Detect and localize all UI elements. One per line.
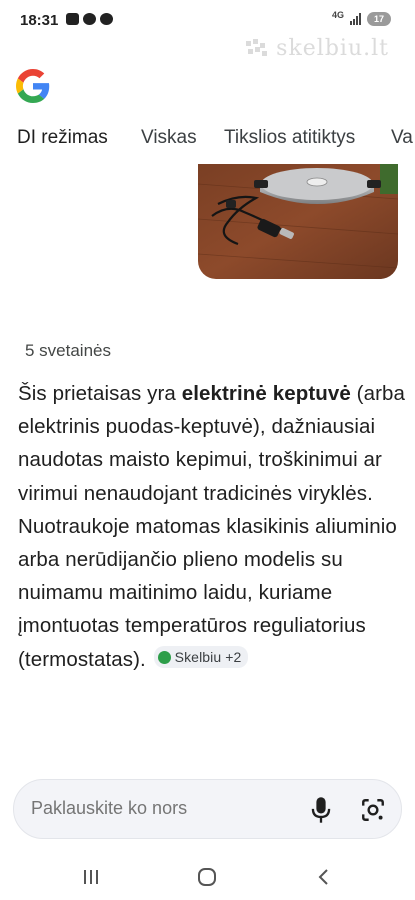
youtube-icon xyxy=(66,13,79,25)
network-type: 4G xyxy=(331,10,344,20)
ai-answer-text: Šis prietaisas yra elektrinė keptuvė (ar… xyxy=(18,377,408,676)
status-time: 18:31 xyxy=(20,12,59,29)
microphone-icon[interactable] xyxy=(307,795,335,825)
source-chip-label: Skelbiu +2 xyxy=(174,649,242,666)
cloud-icon xyxy=(100,13,113,25)
google-logo-icon[interactable] xyxy=(16,69,50,103)
search-mode-tabs: DI režimas Viskas Tikslios atitiktys Va xyxy=(0,124,415,154)
tab-ai-mode[interactable]: DI režimas xyxy=(17,124,108,152)
answer-part-2: (arba elektrinis puodas-keptuvė), dažnia… xyxy=(18,382,406,671)
battery-indicator: 17 xyxy=(367,12,391,26)
back-icon xyxy=(318,869,328,885)
watermark-text: skelbiu.lt xyxy=(276,36,389,61)
status-bar: 18:31 4G 17 xyxy=(0,0,415,40)
ask-input[interactable] xyxy=(31,798,291,819)
result-photo[interactable] xyxy=(198,164,398,279)
recent-apps-icon xyxy=(84,870,98,884)
watermark: skelbiu.lt xyxy=(244,36,389,61)
signal-icon xyxy=(350,13,361,25)
answer-part-1: Šis prietaisas yra xyxy=(18,382,182,405)
system-navigation-bar xyxy=(0,855,415,900)
google-lens-icon[interactable] xyxy=(360,797,386,823)
recent-apps-button[interactable] xyxy=(71,863,111,891)
messenger-icon xyxy=(83,13,96,25)
back-button[interactable] xyxy=(303,863,343,891)
sources-count[interactable]: 5 svetainės xyxy=(25,341,111,361)
globe-icon xyxy=(157,650,171,664)
notification-icons xyxy=(66,13,113,25)
source-chip[interactable]: Skelbiu +2 xyxy=(153,646,249,669)
home-button[interactable] xyxy=(187,863,227,891)
answer-highlight: elektrinė keptuvė xyxy=(181,382,351,405)
tab-all[interactable]: Viskas xyxy=(141,124,197,152)
tab-exact-matches[interactable]: Tikslios atitiktys xyxy=(224,124,355,152)
tab-partial[interactable]: Va xyxy=(391,124,413,152)
system-icons: 4G 17 xyxy=(331,10,391,26)
watermark-logo-icon xyxy=(246,38,268,56)
home-icon xyxy=(198,868,216,886)
ask-search-box[interactable] xyxy=(13,779,402,839)
